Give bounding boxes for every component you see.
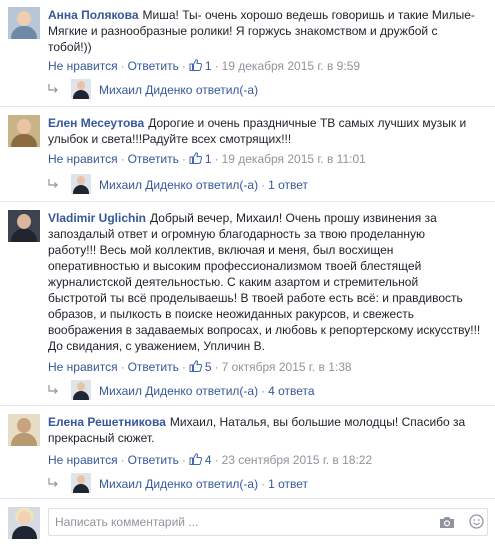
dislike-link[interactable]: Не нравится: [48, 360, 118, 374]
separator-dot: ·: [214, 152, 219, 166]
reply-avatar: [71, 174, 91, 194]
like-count[interactable]: 1: [205, 152, 212, 166]
comment-timestamp[interactable]: 19 декабря 2015 г. в 11:01: [222, 152, 366, 166]
separator-dot: ·: [181, 453, 186, 467]
replied-suffix: ответил(-а): [195, 83, 259, 97]
comment-author[interactable]: Vladimir Uglichin: [48, 211, 146, 225]
comment-input[interactable]: [55, 514, 425, 530]
comment-actions: Не нравится · Ответить · 1 · 19 декабря 2015 г…: [48, 59, 360, 73]
separator-dot: ·: [120, 152, 125, 166]
separator-dot: ·: [261, 477, 266, 491]
divider: [0, 201, 495, 202]
reply-author[interactable]: Михаил Диденко: [99, 477, 192, 491]
dislike-link[interactable]: Не нравится: [48, 453, 118, 467]
reply-arrow-icon: [48, 478, 58, 487]
thumbs-up-icon[interactable]: [189, 152, 202, 164]
divider: [0, 106, 495, 107]
comment-text-line: журналистской деятельностью. С каким аза…: [48, 275, 419, 289]
comment-actions: Не нравится · Ответить · 4 · 23 сентября 2015 …: [48, 453, 372, 467]
avatar[interactable]: [8, 115, 40, 147]
comment-timestamp[interactable]: 7 октября 2015 г. в 1:38: [222, 360, 352, 374]
current-user-avatar: [8, 507, 40, 539]
reply-link[interactable]: Ответить: [128, 453, 179, 467]
reply-author[interactable]: Михаил Диденко: [99, 384, 192, 398]
comment-author[interactable]: Анна Полякова: [48, 8, 139, 22]
comment-timestamp[interactable]: 23 сентября 2015 г. в 18:22: [222, 453, 373, 467]
reply-count[interactable]: 4 ответа: [268, 384, 314, 398]
comment-actions: Не нравится · Ответить · 5 · 7 октября 2015 г.…: [48, 360, 352, 374]
separator-dot: ·: [214, 59, 219, 73]
dislike-link[interactable]: Не нравится: [48, 152, 118, 166]
comment-text-line: Дорогие и очень праздничные ТВ самых луч…: [148, 116, 467, 130]
comment-text-line: Михаил, Наталья, вы большие молодцы! Спа…: [169, 415, 466, 429]
sticker-icon[interactable]: [469, 514, 484, 529]
thumbs-up-icon[interactable]: [189, 360, 202, 372]
like-count[interactable]: 1: [205, 59, 212, 73]
camera-icon[interactable]: [439, 515, 455, 529]
comment-text-line: До свидания, с уважением, Упличин В.: [48, 339, 265, 353]
replied-suffix: ответил(-а): [195, 178, 259, 192]
reply-count[interactable]: 1 ответ: [268, 477, 308, 491]
comment-text-line: работу!!! Весь мой коллектив, включая и …: [48, 243, 394, 257]
reply-arrow-icon: [48, 179, 58, 188]
reply-summary[interactable]: Михаил Диденко ответил(-а) · 4 ответа: [48, 380, 315, 400]
separator-dot: ·: [181, 59, 186, 73]
comment-text-line: тобой!)): [48, 40, 92, 54]
reply-avatar: [71, 473, 91, 493]
comment-actions: Не нравится · Ответить · 1 · 19 декабря 2015 г…: [48, 152, 366, 166]
reply-summary[interactable]: Михаил Диденко ответил(-а) · 1 ответ: [48, 473, 308, 493]
reply-summary[interactable]: Михаил Диденко ответил(-а) · 1 ответ: [48, 174, 308, 194]
reply-summary[interactable]: Михаил Диденко ответил(-а): [48, 79, 258, 99]
separator-dot: ·: [214, 453, 219, 467]
comment-author[interactable]: Елена Решетникова: [48, 415, 166, 429]
separator-dot: ·: [261, 384, 266, 398]
reply-link[interactable]: Ответить: [128, 152, 179, 166]
reply-author[interactable]: Михаил Диденко: [99, 83, 192, 97]
reply-arrow-icon: [48, 385, 58, 394]
comment-text-line: воображения в задаваемых вопросах, и люб…: [48, 323, 481, 337]
comment-author[interactable]: Елен Месеутова: [48, 116, 144, 130]
comment-text-line: Мягкие и разнообразные ролики! Я горжусь…: [48, 24, 438, 38]
comment-text-line: образов, и пылкость в поиске неожиданных…: [48, 307, 414, 321]
separator-dot: ·: [120, 59, 125, 73]
comment-text-line: запоздалый ответ и огромную благодарност…: [48, 227, 425, 241]
thumbs-up-icon[interactable]: [189, 59, 202, 71]
replied-suffix: ответил(-а): [195, 477, 259, 491]
thumbs-up-icon[interactable]: [189, 453, 202, 465]
like-count[interactable]: 5: [205, 360, 212, 374]
separator-dot: ·: [181, 152, 186, 166]
divider: [0, 405, 495, 406]
separator-dot: ·: [181, 360, 186, 374]
comment-text-line: быстротой ты всё проделываешь! В твоей р…: [48, 291, 463, 305]
reply-avatar: [71, 79, 91, 99]
reply-author[interactable]: Михаил Диденко: [99, 178, 192, 192]
avatar[interactable]: [8, 7, 40, 39]
comment-timestamp[interactable]: 19 декабря 2015 г. в 9:59: [222, 59, 360, 73]
comment-composer: [0, 497, 495, 547]
avatar[interactable]: [8, 414, 40, 446]
reply-count[interactable]: 1 ответ: [268, 178, 308, 192]
reply-avatar: [71, 380, 91, 400]
like-count[interactable]: 4: [205, 453, 212, 467]
separator-dot: ·: [261, 178, 266, 192]
reply-link[interactable]: Ответить: [128, 360, 179, 374]
separator-dot: ·: [120, 360, 125, 374]
comment-text-line: Миша! Ты- очень хорошо ведешь говоришь и…: [142, 8, 475, 22]
replied-suffix: ответил(-а): [195, 384, 259, 398]
comment-text-line: Добрый вечер, Михаил! Очень прошу извине…: [150, 211, 437, 225]
comment-text-line: прекрасный сюжет.: [48, 431, 155, 445]
comment-text-line: оперативностью и высоким профессионализм…: [48, 259, 422, 273]
comment-input-box[interactable]: [48, 508, 488, 536]
separator-dot: ·: [120, 453, 125, 467]
separator-dot: ·: [214, 360, 219, 374]
avatar[interactable]: [8, 210, 40, 242]
reply-link[interactable]: Ответить: [128, 59, 179, 73]
dislike-link[interactable]: Не нравится: [48, 59, 118, 73]
reply-arrow-icon: [48, 84, 58, 93]
comment-text-line: улыбок и света!!!Радуйте всех смотрящих!…: [48, 132, 292, 146]
